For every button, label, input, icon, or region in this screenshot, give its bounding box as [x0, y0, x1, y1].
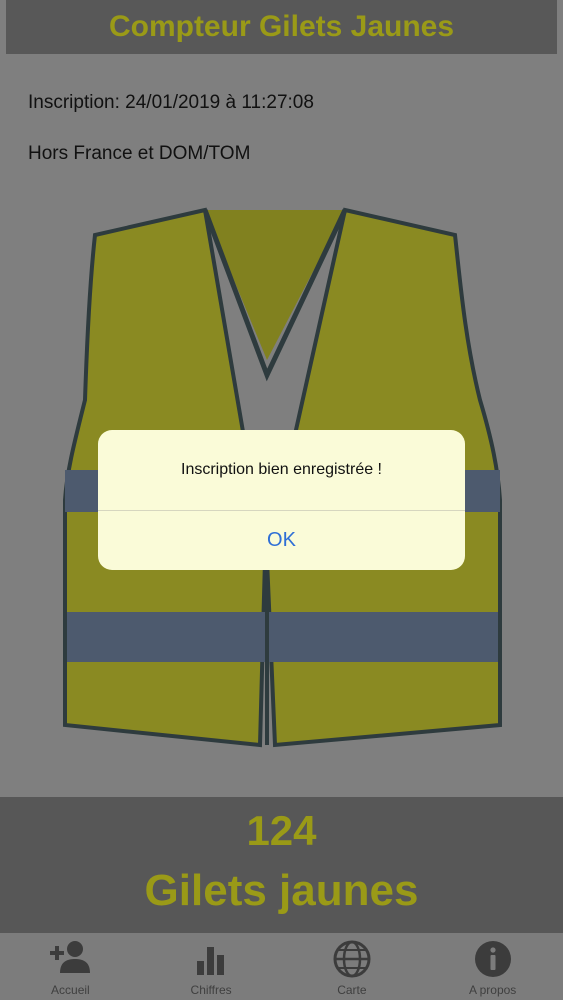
tab-chiffres-label: Chiffres — [190, 983, 232, 997]
counter-panel: 124 Gilets jaunes — [0, 797, 563, 933]
tab-accueil[interactable]: Accueil — [0, 933, 141, 1000]
app-header: Compteur Gilets Jaunes — [6, 0, 557, 54]
gilets-count-label: Gilets jaunes — [144, 866, 419, 915]
inscription-timestamp: Inscription: 24/01/2019 à 11:27:08 — [28, 92, 314, 113]
location-text: Hors France et DOM/TOM — [28, 143, 251, 164]
confirmation-dialog: Inscription bien enregistrée ! OK — [98, 430, 465, 570]
add-user-icon — [50, 941, 91, 973]
app-title: Compteur Gilets Jaunes — [108, 10, 455, 43]
dialog-message: Inscription bien enregistrée ! — [98, 430, 465, 511]
tab-carte[interactable]: Carte — [282, 933, 423, 1000]
info-icon — [474, 941, 511, 977]
gilets-count: 124 — [246, 807, 317, 854]
tab-chiffres[interactable]: Chiffres — [141, 933, 282, 1000]
ok-button[interactable]: OK — [98, 511, 465, 570]
bar-chart-icon — [197, 947, 225, 975]
tab-a-propos-label: A propos — [468, 983, 517, 997]
tab-a-propos[interactable]: A propos — [422, 933, 563, 1000]
tab-accueil-label: Accueil — [51, 983, 90, 997]
tab-carte-label: Carte — [337, 983, 367, 997]
tab-bar: Accueil Chiffres Carte A propos — [0, 933, 563, 1000]
globe-icon — [333, 940, 371, 978]
